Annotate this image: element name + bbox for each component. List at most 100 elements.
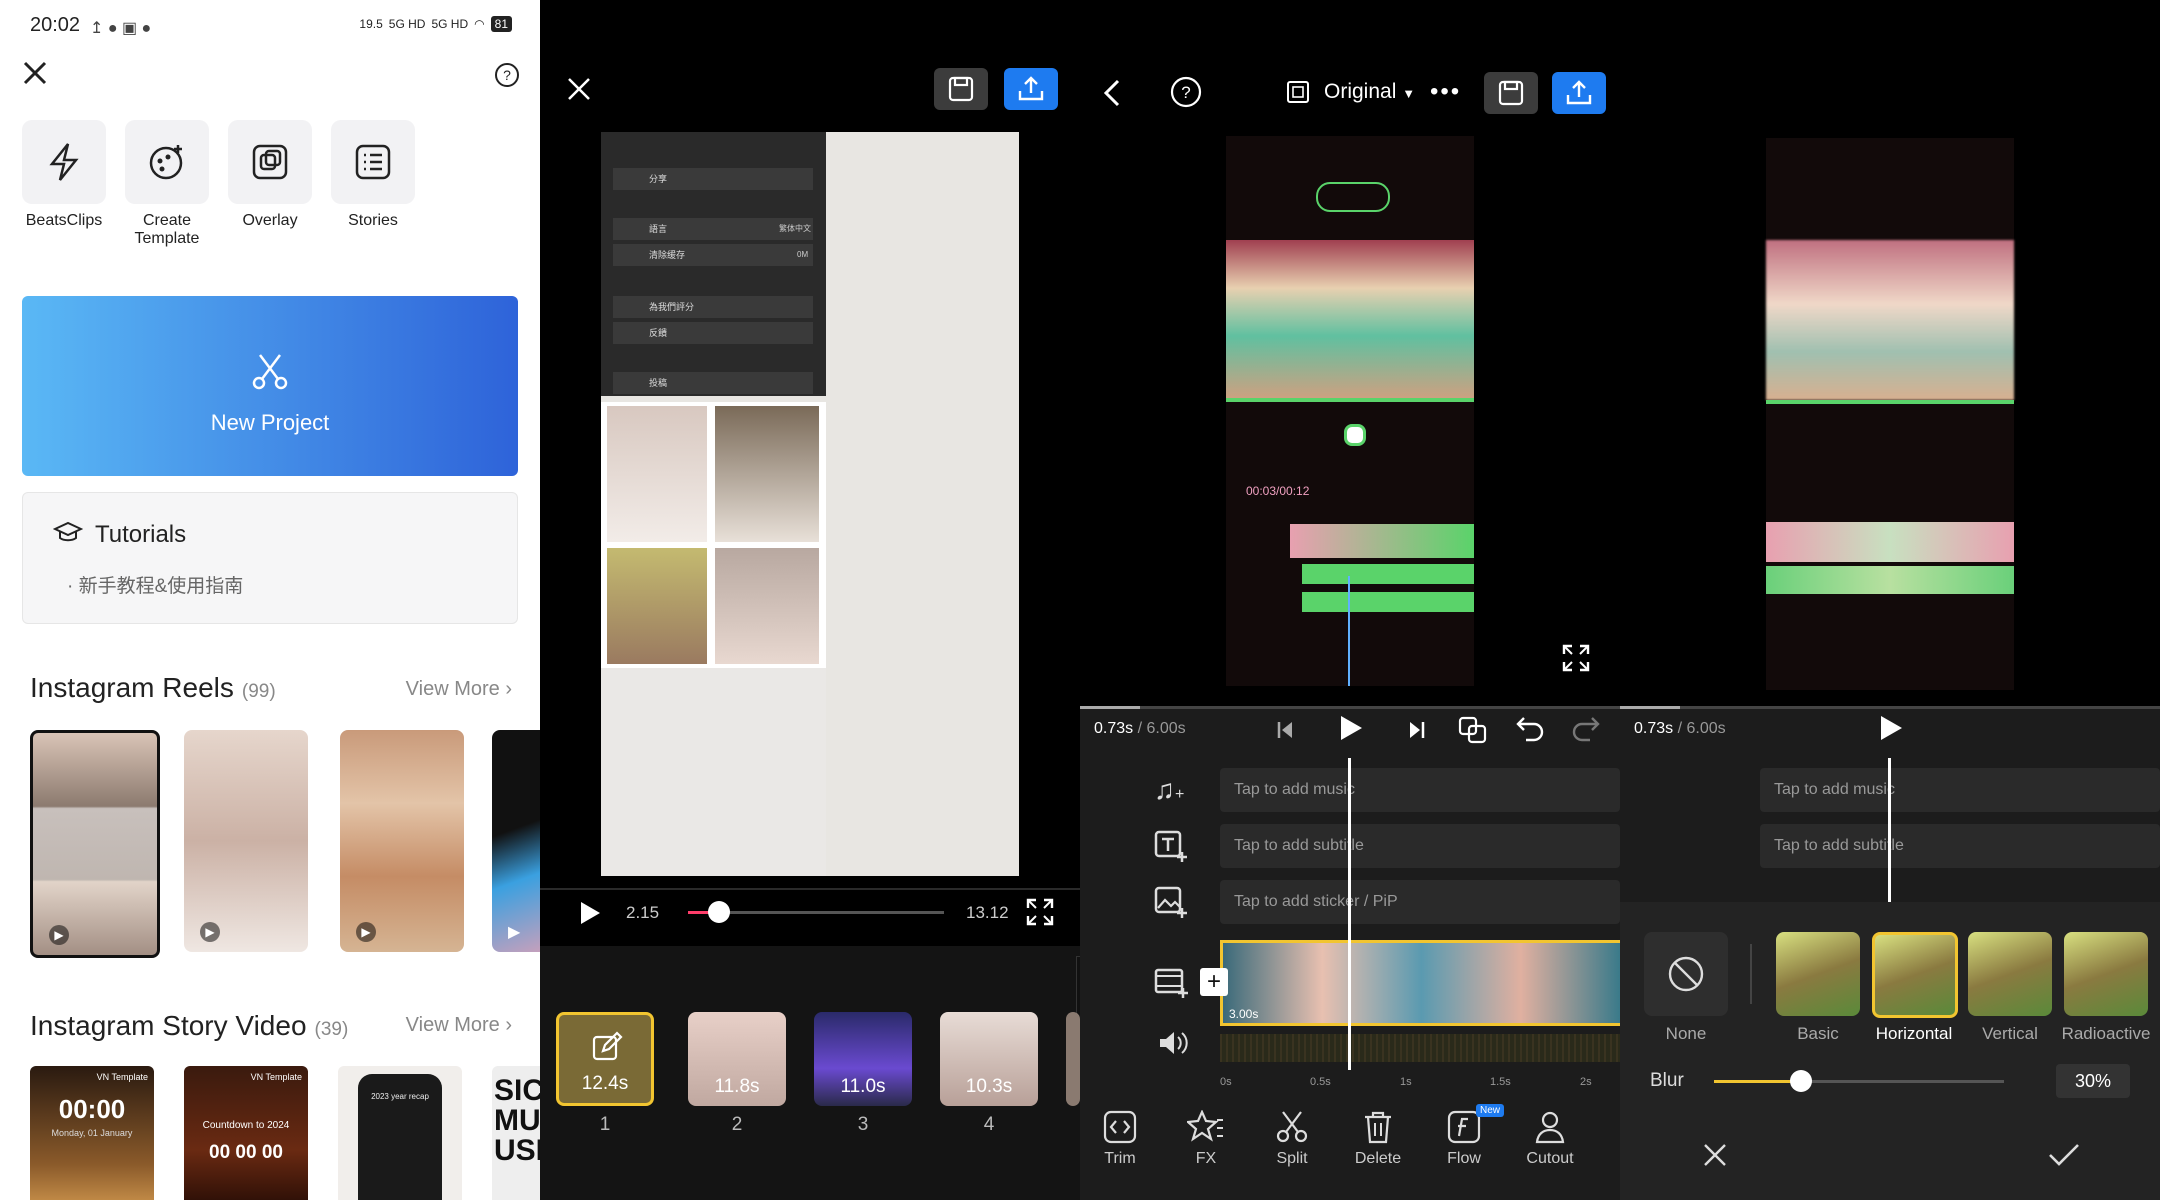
template-thumb-selected[interactable]: 12.4s (556, 1012, 654, 1106)
sticker-track[interactable]: Tap to add sticker / PiP (1220, 880, 1620, 924)
toolbar-cutout[interactable]: Cutout (1510, 1110, 1590, 1168)
story-thumbnail[interactable]: 2023 year recap (338, 1066, 462, 1200)
music-track[interactable]: Tap to add music (1220, 768, 1620, 812)
effect-vertical[interactable] (1968, 932, 2052, 1016)
tool-stories[interactable]: Stories (331, 120, 415, 230)
thumb-duration: 12.4s (581, 1073, 629, 1094)
stories-icon (331, 120, 415, 204)
tool-beatsclips[interactable]: BeatsClips (22, 120, 106, 230)
music-track[interactable]: Tap to add music (1760, 768, 2160, 812)
divider (540, 888, 1080, 890)
view-more-label: View More (405, 678, 500, 700)
video-clip[interactable]: 3.00s (1220, 940, 1620, 1026)
tutorials-item[interactable]: · 新手教程&使用指南 (67, 571, 243, 598)
clip-duration: 3.00s (1229, 1007, 1259, 1021)
effect-radioactive[interactable] (2064, 932, 2148, 1016)
effect-none[interactable] (1644, 932, 1728, 1016)
story-sub: Monday, 01 January (51, 1128, 133, 1138)
skip-start-icon[interactable] (1276, 720, 1294, 745)
story-sub: Countdown to 2024 (202, 1120, 290, 1131)
keyframe-icon[interactable] (1458, 716, 1488, 749)
effect-horizontal-selected[interactable] (1872, 932, 1958, 1018)
help-icon[interactable]: ? (1170, 76, 1202, 113)
tool-overlay[interactable]: Overlay (228, 120, 312, 230)
blur-slider-thumb[interactable] (1790, 1070, 1812, 1092)
thumb-index: 1 (599, 1114, 611, 1135)
play-icon[interactable] (578, 900, 602, 931)
skip-end-icon[interactable] (1408, 720, 1426, 745)
text-add-icon[interactable] (1154, 830, 1190, 871)
close-icon[interactable] (20, 58, 50, 93)
section-count: (99) (241, 681, 276, 702)
play-icon[interactable] (1878, 714, 1904, 747)
home-panel: 20:02 ↥ ● ▣ ● 19.5 5G HD 5G HD ◠ 81 ? Be… (0, 0, 540, 1200)
volume-icon[interactable] (1158, 1030, 1188, 1061)
help-icon[interactable]: ? (494, 62, 520, 93)
add-clip-button[interactable]: + (1200, 968, 1228, 996)
reel-thumbnail[interactable]: ▶ (492, 730, 540, 952)
story-badge: VN Template (96, 1072, 148, 1082)
effect-basic[interactable] (1776, 932, 1860, 1016)
close-icon[interactable] (566, 76, 592, 107)
ratio-dropdown[interactable]: Original ▼ (1324, 80, 1415, 104)
reel-thumbnail[interactable]: ▶ (340, 730, 464, 952)
cancel-icon[interactable] (1702, 1142, 1728, 1173)
story-thumbnail[interactable]: SIC MUSI USIC (492, 1066, 540, 1200)
current-time: 2.15 (626, 903, 660, 922)
story-view-more[interactable]: View More › (406, 1014, 512, 1037)
template-thumb[interactable]: 10.3s (940, 1012, 1038, 1106)
toolbar-flow[interactable]: Flow New (1424, 1104, 1505, 1168)
sticker-add-icon[interactable] (1154, 886, 1190, 927)
view-more-label: View More (405, 1014, 500, 1036)
seek-thumb[interactable] (707, 901, 730, 923)
effect-label: None (1665, 1024, 1707, 1043)
video-add-icon[interactable] (1154, 966, 1190, 1007)
blur-slider[interactable] (1714, 1070, 2004, 1092)
seek-bar[interactable] (688, 901, 944, 923)
music-add-icon[interactable]: ♫+ (1154, 774, 1184, 806)
template-thumb-partial[interactable] (1066, 1012, 1080, 1106)
more-icon[interactable]: ••• (1430, 78, 1461, 106)
toolbar-fx[interactable]: FX (1166, 1110, 1246, 1168)
save-button[interactable] (1484, 72, 1538, 114)
status-bar-right: 19.5 5G HD 5G HD ◠ 81 (359, 16, 512, 32)
effects-panel: 0.73s / 6.00s Tap to add music Tap to ad… (1620, 0, 2160, 1200)
fullscreen-icon[interactable] (1562, 644, 1590, 677)
story-text: 00 00 00 (209, 1142, 283, 1163)
export-button[interactable] (1004, 68, 1058, 110)
timeline-playhead[interactable] (1348, 758, 1351, 1070)
new-project-button[interactable]: New Project (22, 296, 518, 476)
back-icon[interactable] (1102, 78, 1122, 113)
instagram-story-video-title: Instagram Story Video (39) (30, 1010, 348, 1042)
toolbar-split[interactable]: Split (1252, 1110, 1332, 1168)
play-icon[interactable] (1338, 714, 1364, 747)
redo-icon[interactable] (1570, 716, 1600, 747)
subtitle-track[interactable]: Tap to add subtitle (1760, 824, 2160, 868)
reel-thumbnail[interactable]: ▶ (30, 730, 160, 958)
export-button[interactable] (1552, 72, 1606, 114)
thumb-duration: 11.0s (840, 1076, 886, 1097)
network-1: 5G HD (388, 17, 426, 31)
template-thumb[interactable]: 11.8s (688, 1012, 786, 1106)
toolbar-trim[interactable]: Trim (1080, 1110, 1160, 1168)
tool-create-template[interactable]: Create Template (125, 120, 209, 248)
tool-label: BeatsClips (25, 212, 103, 229)
timeline-playhead[interactable] (1888, 758, 1891, 908)
glitch-line (1226, 398, 1474, 402)
toolbar-delete[interactable]: Delete (1338, 1110, 1418, 1168)
tutorials-card[interactable]: Tutorials · 新手教程&使用指南 (22, 492, 518, 624)
subtitle-track[interactable]: Tap to add subtitle (1220, 824, 1620, 868)
undo-icon[interactable] (1516, 716, 1546, 747)
confirm-icon[interactable] (2048, 1142, 2080, 1173)
fullscreen-icon[interactable] (1026, 898, 1054, 931)
section-title: Instagram Story Video (30, 1010, 307, 1041)
template-icon (125, 120, 209, 204)
story-thumbnail[interactable]: VN Template Countdown to 2024 00 00 00 (184, 1066, 308, 1200)
template-thumb[interactable]: 11.0s (814, 1012, 912, 1106)
story-thumbnail[interactable]: VN Template 00:00 Monday, 01 January (30, 1066, 154, 1200)
reels-view-more[interactable]: View More › (406, 678, 512, 701)
ruler-tick: 2s (1580, 1076, 1592, 1088)
reel-thumbnail[interactable]: ▶ (184, 730, 308, 952)
upload-icon (1566, 80, 1592, 105)
save-button[interactable] (934, 68, 988, 110)
